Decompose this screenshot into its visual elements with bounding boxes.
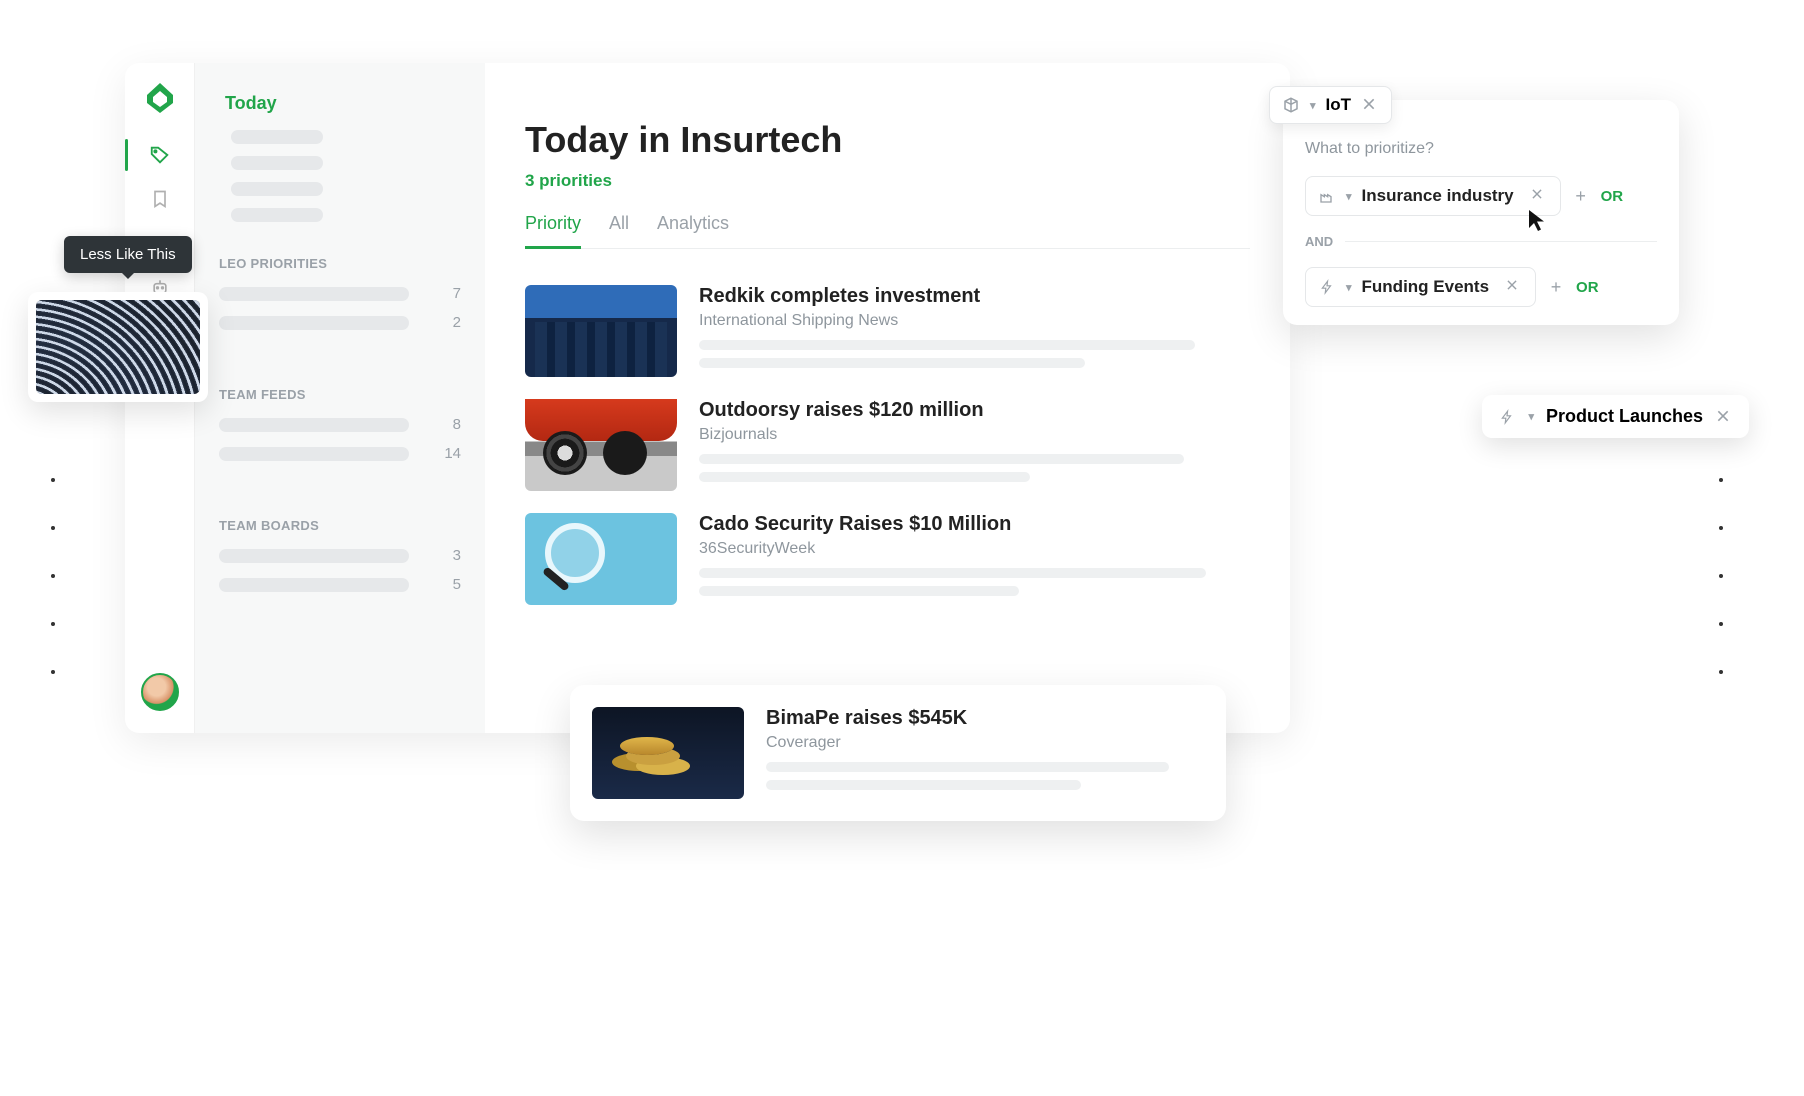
sidebar-active-label[interactable]: Today	[207, 87, 485, 130]
sidebar-section-teamboards: TEAM BOARDS 3 5	[195, 508, 485, 611]
cursor-icon	[1527, 208, 1547, 232]
skeleton-line	[699, 472, 1030, 482]
skeleton-line	[699, 340, 1195, 350]
or-label: OR	[1576, 279, 1599, 296]
factory-icon	[1318, 187, 1336, 205]
chip-label: Insurance industry	[1362, 186, 1514, 206]
avatar[interactable]	[141, 673, 179, 711]
section-heading: TEAM FEEDS	[219, 387, 461, 402]
article-thumbnail	[525, 285, 677, 377]
and-label: AND	[1305, 234, 1333, 249]
chip-label: IoT	[1326, 95, 1352, 115]
article-row[interactable]: Redkik completes investment Internationa…	[525, 285, 1250, 377]
skeleton-line	[766, 780, 1081, 790]
chip-label: Product Launches	[1546, 406, 1703, 427]
or-label: OR	[1601, 188, 1624, 205]
decorative-dots-right	[1719, 478, 1723, 674]
featured-article-card[interactable]: BimaPe raises $545K Coverager	[570, 685, 1226, 821]
less-like-this-card[interactable]	[28, 292, 208, 402]
article-row[interactable]: Outdoorsy raises $120 million Bizjournal…	[525, 399, 1250, 491]
skeleton-line	[699, 586, 1019, 596]
skeleton-line	[766, 762, 1169, 772]
close-icon[interactable]	[1361, 96, 1379, 114]
app-window: Today LEO PRIORITIES 7 2 TEAM FEEDS 8 14…	[125, 63, 1290, 733]
priority-row-2: ▾ Funding Events + OR	[1283, 267, 1679, 307]
page-title: Today in Insurtech	[525, 119, 1250, 161]
article-title: Outdoorsy raises $120 million	[699, 399, 1250, 422]
sidebar-item[interactable]: 5	[219, 576, 461, 593]
tab-analytics[interactable]: Analytics	[657, 213, 729, 248]
bolt-icon	[1498, 408, 1516, 426]
product-launches-chip[interactable]: ▾ Product Launches	[1482, 395, 1749, 438]
chevron-down-icon: ▾	[1346, 190, 1352, 203]
decorative-dots-left	[51, 478, 55, 674]
funding-chip[interactable]: ▾ Funding Events	[1305, 267, 1536, 307]
sidebar: Today LEO PRIORITIES 7 2 TEAM FEEDS 8 14…	[195, 63, 485, 733]
tabs: Priority All Analytics	[525, 213, 1250, 249]
less-like-this-tooltip: Less Like This	[64, 236, 192, 273]
article-source: Bizjournals	[699, 426, 1250, 444]
skeleton-line	[231, 130, 323, 144]
sidebar-item[interactable]: 2	[219, 314, 461, 331]
close-icon[interactable]	[1715, 408, 1733, 426]
close-icon[interactable]	[1505, 278, 1523, 296]
skeleton-line	[699, 568, 1206, 578]
fingerprint-image	[36, 300, 200, 394]
section-heading: LEO PRIORITIES	[219, 256, 461, 271]
sidebar-section-priorities: LEO PRIORITIES 7 2	[195, 246, 485, 349]
chevron-down-icon: ▾	[1310, 99, 1316, 112]
chevron-down-icon: ▾	[1346, 281, 1352, 294]
bolt-icon	[1318, 278, 1336, 296]
article-title: Cado Security Raises $10 Million	[699, 513, 1250, 536]
skeleton-line	[699, 358, 1085, 368]
article-source: Coverager	[766, 734, 1204, 752]
cube-icon	[1282, 96, 1300, 114]
tab-all[interactable]: All	[609, 213, 629, 248]
article-title: BimaPe raises $545K	[766, 707, 1204, 730]
priority-row-1: ▾ Insurance industry + OR	[1305, 176, 1657, 216]
sidebar-item[interactable]: 3	[219, 547, 461, 564]
priority-popup: ▾ IoT What to prioritize? ▾ Insurance in…	[1283, 100, 1679, 325]
tooltip-text: Less Like This	[80, 246, 176, 263]
close-icon[interactable]	[1530, 187, 1548, 205]
main-content: Today in Insurtech 3 priorities Priority…	[485, 63, 1290, 733]
add-button[interactable]: +	[1571, 186, 1591, 206]
article-row[interactable]: Cado Security Raises $10 Million 36Secur…	[525, 513, 1250, 605]
article-list: Redkik completes investment Internationa…	[525, 285, 1250, 605]
skeleton-line	[231, 156, 323, 170]
skeleton-line	[231, 182, 323, 196]
seed-chip[interactable]: ▾ IoT	[1269, 86, 1392, 124]
sidebar-item[interactable]: 8	[219, 416, 461, 433]
sidebar-item[interactable]: 7	[219, 285, 461, 302]
article-thumbnail	[525, 513, 677, 605]
chip-label: Funding Events	[1362, 277, 1490, 297]
app-logo	[143, 81, 177, 115]
article-thumbnail	[525, 399, 677, 491]
section-heading: TEAM BOARDS	[219, 518, 461, 533]
article-thumbnail	[592, 707, 744, 799]
industry-chip[interactable]: ▾ Insurance industry	[1305, 176, 1561, 216]
prioritize-question: What to prioritize?	[1305, 140, 1657, 158]
add-button[interactable]: +	[1546, 277, 1566, 297]
sidebar-section-teamfeeds: TEAM FEEDS 8 14	[195, 377, 485, 480]
skeleton-line	[699, 454, 1184, 464]
chevron-down-icon: ▾	[1528, 410, 1534, 423]
tag-icon[interactable]	[148, 143, 172, 167]
bookmark-icon[interactable]	[148, 187, 172, 211]
page-subtitle: 3 priorities	[525, 171, 1250, 191]
skeleton-line	[231, 208, 323, 222]
article-title: Redkik completes investment	[699, 285, 1250, 308]
article-source: International Shipping News	[699, 312, 1250, 330]
tab-priority[interactable]: Priority	[525, 213, 581, 249]
sidebar-item[interactable]: 14	[219, 445, 461, 462]
and-separator: AND	[1283, 216, 1679, 267]
article-source: 36SecurityWeek	[699, 540, 1250, 558]
